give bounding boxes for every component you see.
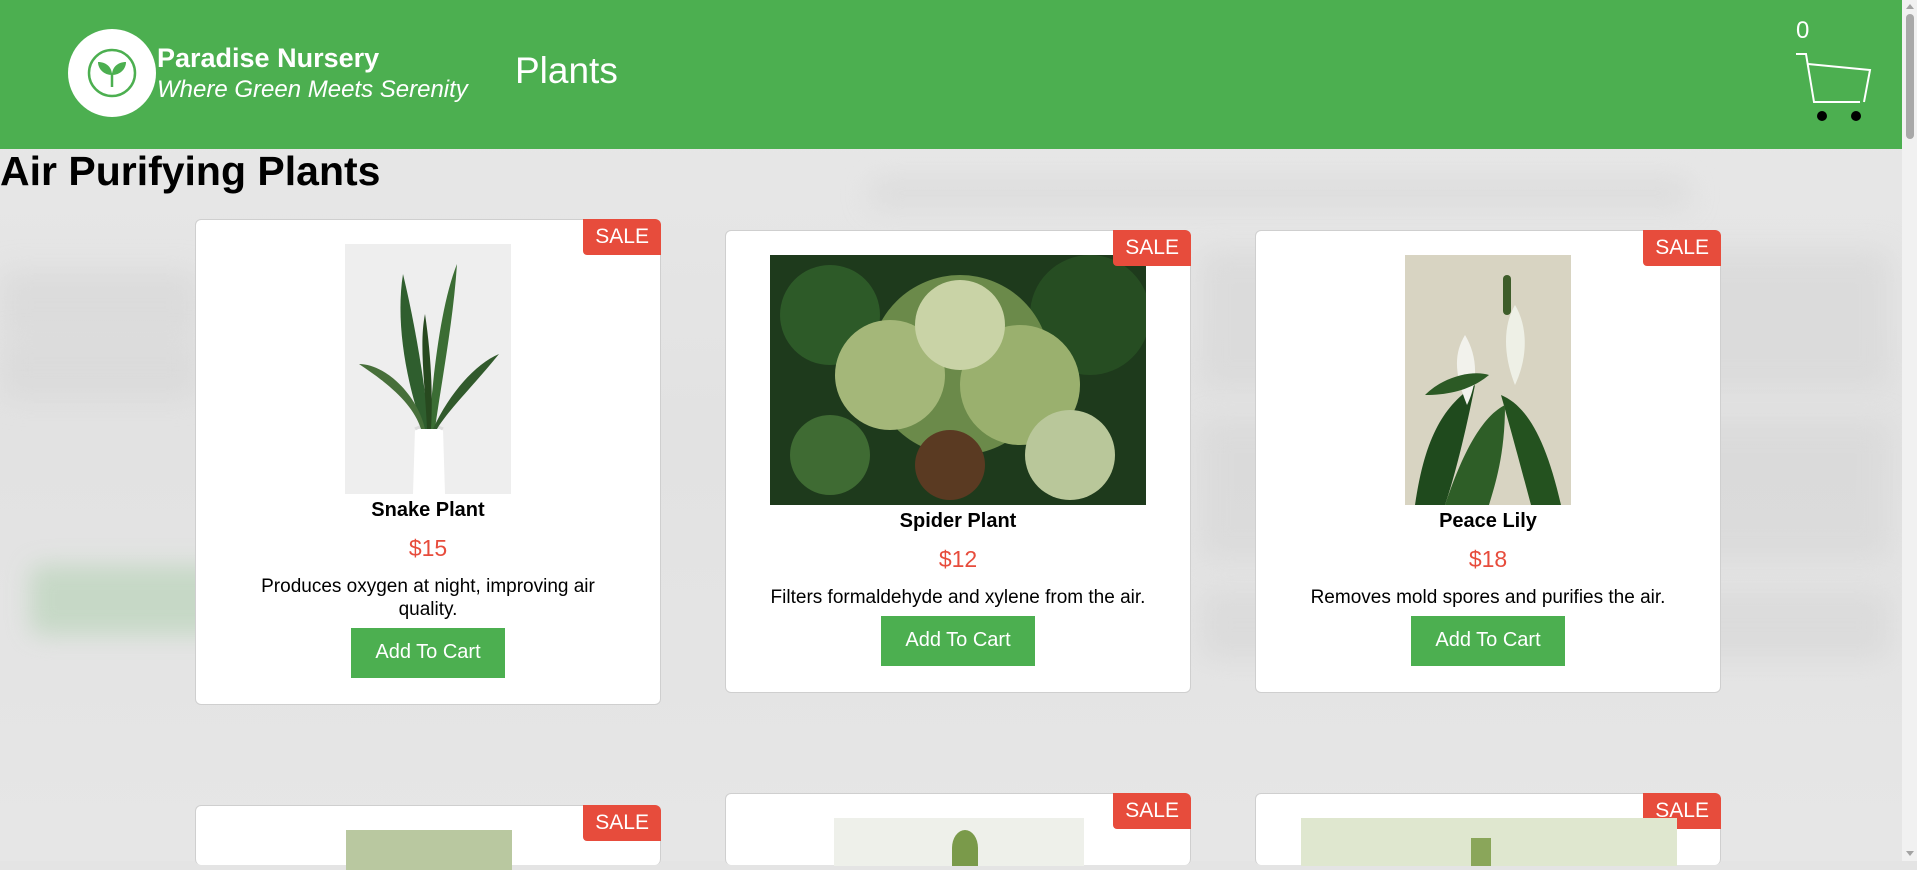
product-name: Snake Plant xyxy=(371,499,485,521)
scroll-down-arrow-icon[interactable] xyxy=(1906,851,1914,856)
product-card-spider-plant: SALE Spider Plant $12 Filters formaldehy… xyxy=(725,230,1191,693)
sale-badge: SALE xyxy=(583,219,661,255)
sprout-icon xyxy=(87,48,137,98)
product-card: SALE xyxy=(725,793,1191,866)
nav-link-plants[interactable]: Plants xyxy=(515,50,618,92)
add-to-cart-button[interactable]: Add To Cart xyxy=(351,628,505,678)
product-price: $12 xyxy=(938,546,978,572)
product-image xyxy=(345,244,511,494)
cart-icon[interactable] xyxy=(1794,50,1874,122)
section-title: Air Purifying Plants xyxy=(0,148,381,194)
product-card: SALE xyxy=(1255,793,1721,866)
product-image xyxy=(834,818,1084,866)
product-price: $18 xyxy=(1468,546,1508,572)
sale-badge: SALE xyxy=(583,805,661,841)
product-card-peace-lily: SALE Peace Lily $18 Removes mold spores … xyxy=(1255,230,1721,693)
product-card: SALE xyxy=(195,805,661,870)
sale-badge: SALE xyxy=(1113,793,1191,829)
product-name: Peace Lily xyxy=(1439,510,1537,532)
product-image xyxy=(1405,255,1571,505)
cart-count: 0 xyxy=(1796,17,1810,44)
product-description: Removes mold spores and purifies the air… xyxy=(1310,587,1666,608)
scroll-up-arrow-icon[interactable] xyxy=(1906,4,1914,9)
product-name: Spider Plant xyxy=(899,510,1017,532)
scrollbar-thumb[interactable] xyxy=(1906,14,1914,139)
product-image xyxy=(1301,818,1677,866)
product-description: Produces oxygen at night, improving air … xyxy=(261,576,595,620)
brand-tagline: Where Green Meets Serenity xyxy=(157,76,468,103)
product-image xyxy=(346,830,512,870)
product-description: Filters formaldehyde and xylene from the… xyxy=(770,587,1146,608)
top-navbar: Paradise Nursery Where Green Meets Seren… xyxy=(0,0,1902,149)
product-card-snake-plant: SALE Snake Plant $15 Produces oxygen at … xyxy=(195,219,661,705)
product-image xyxy=(770,255,1146,505)
sale-badge: SALE xyxy=(1643,230,1721,266)
add-to-cart-button[interactable]: Add To Cart xyxy=(1411,616,1565,666)
sale-badge: SALE xyxy=(1113,230,1191,266)
brand-name: Paradise Nursery xyxy=(157,43,380,73)
product-price: $15 xyxy=(408,535,448,561)
add-to-cart-button[interactable]: Add To Cart xyxy=(881,616,1035,666)
logo[interactable] xyxy=(68,29,156,117)
